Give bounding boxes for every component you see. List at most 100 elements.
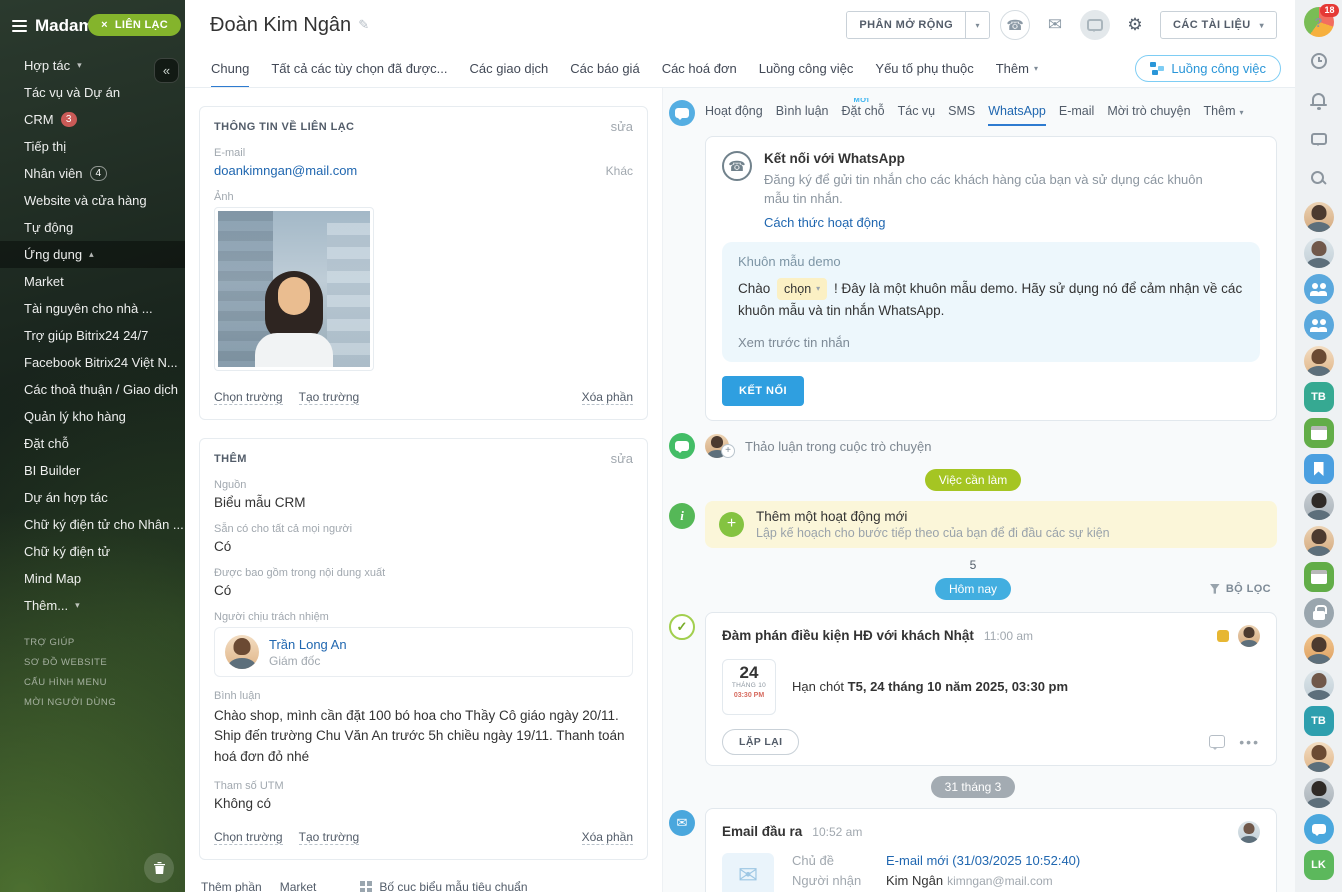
tab-quotes[interactable]: Các báo giá	[570, 50, 639, 88]
calendar-icon[interactable]	[1304, 418, 1334, 448]
settings-button[interactable]: ⚙	[1120, 10, 1150, 40]
contact-type-button[interactable]: × LIÊN LẠC	[88, 14, 181, 36]
responsible-user[interactable]: Trần Long An Giám đốc	[214, 627, 633, 677]
user-avatar[interactable]	[1304, 742, 1334, 772]
tl-tab-sms[interactable]: SMS	[948, 104, 975, 126]
template-variable-chip[interactable]: chọn▾	[777, 278, 827, 301]
delete-section-link[interactable]: Xóa phần	[582, 390, 633, 405]
user-avatar[interactable]	[1304, 634, 1334, 664]
sidebar-item-tasks-projects[interactable]: Tác vụ và Dự án	[0, 79, 185, 106]
user-avatar[interactable]	[1304, 202, 1334, 232]
sidebar-item-esign[interactable]: Chữ ký điện tử	[0, 538, 185, 565]
phone-button[interactable]: ☎	[1000, 10, 1030, 40]
helpdesk-icon[interactable]: ?18	[1304, 7, 1334, 37]
tl-tab-more[interactable]: Thêm▾	[1204, 104, 1244, 126]
tl-tab-task[interactable]: Tác vụ	[898, 104, 936, 126]
comment-icon[interactable]	[1209, 735, 1225, 748]
select-field-link[interactable]: Chọn trường	[214, 390, 283, 405]
activity-title[interactable]: Đàm phán điều kiện HĐ với khách Nhật	[722, 628, 974, 643]
sidebar-item-automation[interactable]: Tự động	[0, 214, 185, 241]
market-link[interactable]: Market	[280, 880, 317, 892]
tab-dependencies[interactable]: Yếu tố phụ thuộc	[875, 50, 973, 88]
sidebar-item-resources[interactable]: Tài nguyên cho nhà ...	[0, 295, 185, 322]
tl-tab-activity[interactable]: Hoạt động	[705, 104, 763, 126]
how-it-works-link[interactable]: Cách thức hoạt động	[764, 215, 885, 230]
create-field-link[interactable]: Tạo trường	[299, 830, 360, 845]
add-activity-card[interactable]: + Thêm một hoạt động mới Lập kế hoạch ch…	[705, 501, 1277, 548]
user-avatar[interactable]	[1304, 346, 1334, 376]
tab-invoices[interactable]: Các hoá đơn	[662, 50, 737, 88]
sitemap-link[interactable]: SƠ ĐỒ WEBSITE	[24, 657, 185, 668]
messenger-icon[interactable]	[1304, 124, 1334, 154]
mail-button[interactable]: ✉	[1040, 10, 1070, 40]
sidebar-item-esign-hr[interactable]: Chữ ký điện tử cho Nhân ...	[0, 511, 185, 538]
email-subject-link[interactable]: E-mail mới (31/03/2025 10:52:40)	[886, 853, 1080, 868]
bookmark-icon[interactable]	[1304, 454, 1334, 484]
edit-section-link[interactable]: sửa	[611, 451, 633, 466]
chat-discussion-link[interactable]: Thảo luận trong cuộc trò chuyện	[745, 439, 931, 454]
sidebar-item-market[interactable]: Market	[0, 268, 185, 295]
user-avatar[interactable]	[1304, 526, 1334, 556]
connect-button[interactable]: KẾT NỐI	[722, 376, 804, 406]
app-tile[interactable]: LK	[1304, 850, 1334, 880]
tl-tab-email[interactable]: E-mail	[1059, 104, 1094, 126]
tab-workflows[interactable]: Luồng công việc	[759, 50, 854, 88]
sidebar-item-facebook[interactable]: Facebook Bitrix24 Việt N...	[0, 349, 185, 376]
sidebar-item-bi-builder[interactable]: BI Builder	[0, 457, 185, 484]
sidebar-item-crm[interactable]: CRM3	[0, 106, 185, 133]
create-field-link[interactable]: Tạo trường	[299, 390, 360, 405]
sidebar-collapse-button[interactable]: «	[154, 58, 179, 83]
sidebar-item-apps[interactable]: Ứng dụng▴	[0, 241, 185, 268]
contact-email-link[interactable]: doankimngan@mail.com	[214, 163, 357, 178]
add-participant-icon[interactable]: +	[721, 444, 735, 458]
sidebar-item-websites[interactable]: Website và cửa hàng	[0, 187, 185, 214]
calendar-widget[interactable]: 24 THÁNG 10 03:30 PM	[722, 659, 776, 715]
tl-tab-chat-invite[interactable]: Mời trò chuyện	[1107, 104, 1190, 126]
tl-tab-booking[interactable]: MỚIĐặt chỗ	[842, 104, 885, 126]
contact-photo[interactable]	[214, 207, 374, 371]
help-link[interactable]: TRỢ GIÚP	[24, 637, 185, 648]
lock-icon[interactable]	[1304, 598, 1334, 628]
sidebar-item-mindmap[interactable]: Mind Map	[0, 565, 185, 592]
more-actions-icon[interactable]: •••	[1239, 737, 1260, 747]
responsible-name-link[interactable]: Trần Long An	[269, 637, 347, 652]
app-tile[interactable]: TB	[1304, 706, 1334, 736]
search-icon[interactable]	[1304, 163, 1334, 193]
bell-icon[interactable]	[1304, 85, 1334, 115]
preview-message-link[interactable]: Xem trước tin nhắn	[738, 335, 1244, 350]
user-avatar[interactable]	[1304, 238, 1334, 268]
add-section-link[interactable]: Thêm phần	[201, 880, 262, 892]
tab-more[interactable]: Thêm▾	[996, 50, 1038, 88]
recipient-name[interactable]: Kim Ngân	[886, 873, 943, 888]
email-type-label[interactable]: Khác	[606, 164, 633, 178]
repeat-button[interactable]: LẶP LẠI	[722, 729, 799, 755]
history-icon[interactable]	[1304, 46, 1334, 76]
standard-layout-link[interactable]: Bố cục biểu mẫu tiêu chuẩn	[360, 880, 527, 892]
tl-tab-whatsapp[interactable]: WhatsApp	[988, 104, 1046, 126]
tab-general[interactable]: Chung	[211, 50, 249, 88]
filter-button[interactable]: BỘ LỌC	[1210, 583, 1271, 595]
calendar-icon[interactable]	[1304, 562, 1334, 592]
configure-menu-link[interactable]: CẤU HÌNH MENU	[24, 677, 185, 688]
app-tile[interactable]: TB	[1304, 382, 1334, 412]
documents-button[interactable]: CÁC TÀI LIỆU ▾	[1160, 11, 1277, 39]
tab-deals[interactable]: Các giao dịch	[470, 50, 549, 88]
group-icon[interactable]	[1304, 274, 1334, 304]
edit-title-icon[interactable]: ✎	[358, 17, 369, 33]
funnel-caret-button[interactable]: ▾	[965, 12, 989, 38]
menu-icon[interactable]	[12, 20, 27, 32]
user-avatar[interactable]	[1304, 490, 1334, 520]
sidebar-item-employees[interactable]: Nhân viên4	[0, 160, 185, 187]
sidebar-item-support[interactable]: Trợ giúp Bitrix24 24/7	[0, 322, 185, 349]
user-avatar[interactable]	[1304, 778, 1334, 808]
sidebar-item-booking[interactable]: Đặt chỗ	[0, 430, 185, 457]
workflow-button[interactable]: Luồng công việc	[1135, 55, 1281, 82]
edit-section-link[interactable]: sửa	[611, 119, 633, 134]
invite-users-link[interactable]: MỜI NGƯỜI DÙNG	[24, 697, 185, 708]
user-avatar[interactable]	[1304, 670, 1334, 700]
sidebar-item-collab-project[interactable]: Dự án hợp tác	[0, 484, 185, 511]
trash-button[interactable]	[144, 853, 174, 883]
sidebar-item-more[interactable]: Thêm...▾	[0, 592, 185, 619]
delete-section-link[interactable]: Xóa phần	[582, 830, 633, 845]
chat-icon[interactable]	[1304, 814, 1334, 844]
